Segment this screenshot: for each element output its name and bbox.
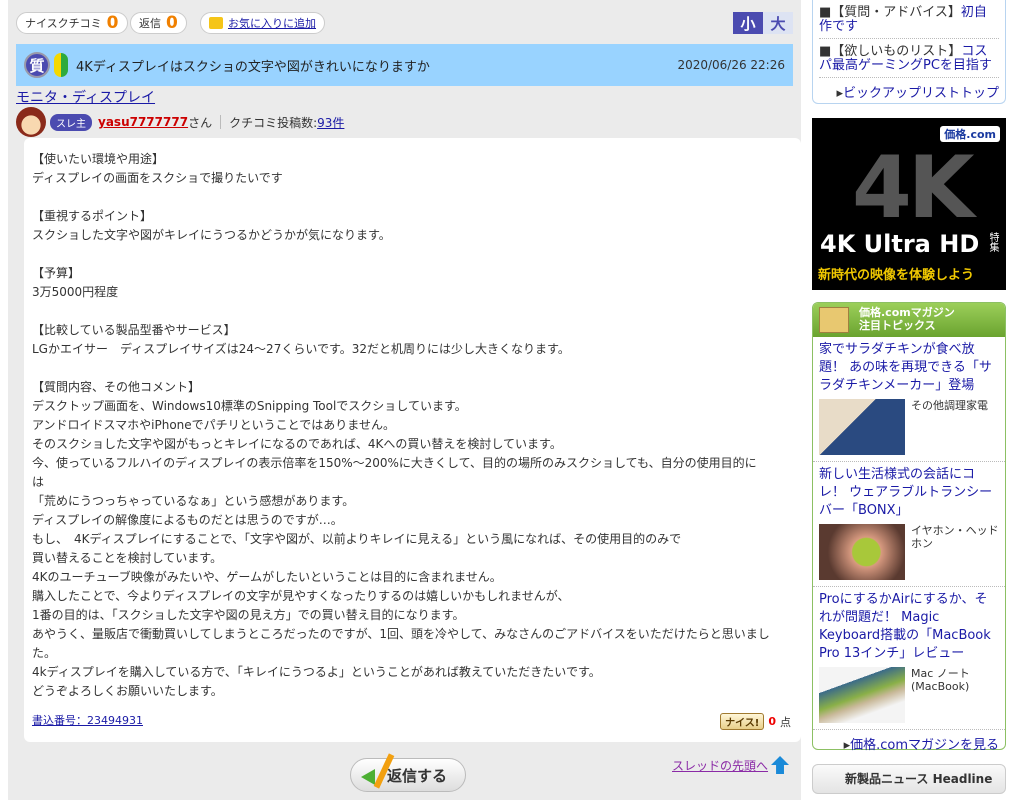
to-top: スレッドの先頭へ — [672, 756, 790, 774]
font-small-button[interactable]: 小 — [733, 12, 763, 34]
new-products-news-header: 新製品ニュース Headline — [812, 764, 1006, 794]
magazine-box: 価格.comマガジン 注目トピックス 家でサラダチキンが食べ放題！ あの味を再現で… — [812, 302, 1006, 753]
post-line — [32, 302, 793, 321]
post-line: 購入したことで、今よりディスプレイの文字が見やすくなったりするのは嬉しいかもしれ… — [32, 589, 570, 603]
nice-button[interactable]: ナイス! — [720, 713, 765, 730]
pickup-tag: 【欲しいものリスト】 — [831, 44, 962, 59]
post-line — [32, 359, 793, 378]
article-link[interactable]: 新しい生活様式の会話にコレ！ ウェアラブルトランシーバー「BONX」 — [819, 466, 999, 520]
article-link[interactable]: ProにするかAirにするか、それが問題だ！ Magic Keyboard搭載の… — [819, 591, 999, 663]
post-line: 4Kのユーチューブ映像がみたいや、ゲームがしたいということは目的に含まれません。 — [32, 570, 502, 584]
post-line: どうぞよろしくお願いいたします。 — [32, 684, 223, 698]
magazine-subtitle: 注目トピックス — [859, 319, 936, 332]
divider — [220, 115, 222, 129]
post-line — [32, 188, 793, 207]
post-line: そのスクショした文字や図がもっとキレイになるのであれば、4Kへの買い替えを検討し… — [32, 437, 562, 451]
user-info: スレ主 yasu7777777 さん クチコミ投稿数: 93件 — [16, 107, 344, 137]
avatar — [16, 107, 46, 137]
post-line: 3万5000円程度 — [32, 285, 119, 299]
posts-label: クチコミ投稿数: — [229, 115, 318, 130]
pickup-more-link[interactable]: ビックアップリストトップ — [843, 86, 999, 101]
thread-owner-badge: スレ主 — [50, 113, 92, 131]
thread-title: 4Kディスプレイはスクショの文字や図がきれいになりますか — [76, 59, 430, 75]
magazine-article: 新しい生活様式の会話にコレ！ ウェアラブルトランシーバー「BONX」イヤホン・ヘ… — [813, 462, 1005, 587]
post-number-link[interactable]: 書込番号：23494931 — [32, 712, 143, 728]
post-line: もし、 4Kディスプレイにすることで、「文字や図が、以前よりキレイに見える」とい… — [32, 532, 682, 546]
banner-4k: 4K — [852, 138, 975, 238]
posts-count-link[interactable]: 93件 — [317, 114, 344, 131]
nice-count: 0 — [106, 13, 119, 33]
points-unit: 点 — [780, 715, 791, 729]
sidebar: ■【質問・アドバイス】初自作です ■【欲しいものリスト】コスパ最高ゲーミングPC… — [812, 0, 1006, 794]
reply-button[interactable]: 返信する — [350, 753, 466, 792]
font-size-toggle: 小 大 — [733, 12, 793, 34]
to-top-link[interactable]: スレッドの先頭へ — [672, 757, 768, 774]
pickup-tag: 【質問・アドバイス】 — [831, 5, 961, 20]
article-category: イヤホン・ヘッドホン — [911, 524, 999, 550]
post-line: 4kディスプレイを購入している方で、「キレイにうつるよ」ということがあれば教えて… — [32, 665, 601, 679]
banner-sub: 新時代の映像を体験しよう — [818, 268, 975, 283]
list-item: ■【質問・アドバイス】初自作です — [819, 4, 999, 39]
beginner-mark-icon — [54, 53, 68, 77]
book-magnifier-icon — [819, 307, 849, 333]
post-line: LGかエイサー ディスプレイサイズは24〜27くらいです。32だと机周りには少し… — [32, 342, 570, 356]
post-date: 2020/06/26 22:26 — [677, 58, 785, 72]
list-item: ■【欲しいものリスト】コスパ最高ゲーミングPCを目指す — [819, 43, 999, 78]
font-large-button[interactable]: 大 — [763, 12, 793, 34]
post-line: た。 — [32, 646, 57, 660]
username-link[interactable]: yasu7777777 — [98, 115, 188, 129]
article-thumbnail[interactable] — [819, 524, 905, 580]
post-line: ディスプレイの解像度によるものだとは思うのですが…。 — [32, 513, 343, 527]
magazine-header: 価格.comマガジン 注目トピックス — [813, 303, 1005, 337]
add-favorite-button[interactable]: お気に入りに追加 — [200, 12, 325, 34]
username-suffix: さん — [188, 115, 213, 130]
arrow-left-icon — [361, 769, 375, 785]
reply-label: 返信する — [386, 766, 447, 785]
article-category: Mac ノート(MacBook) — [911, 667, 970, 693]
article-thumbnail[interactable] — [819, 667, 905, 723]
post-line: 1番の目的は、「スクショした文字や図の見え方」での買い替え目的になります。 — [32, 608, 465, 622]
nice-label: ナイスクチコミ — [25, 17, 102, 30]
article-thumbnail[interactable] — [819, 399, 905, 455]
post-line: 【質問内容、その他コメント】 — [32, 380, 201, 394]
post-line: 買い替えることを検討しています。 — [32, 551, 223, 565]
folder-icon — [209, 17, 223, 29]
reply-count-badge: 返信 0 — [130, 12, 187, 34]
post-line: デスクトップ画面を、Windows10標準のSnipping Toolでスクショ… — [32, 399, 467, 413]
magazine-more-link[interactable]: 価格.comマガジンを見る — [850, 738, 999, 753]
add-favorite-link[interactable]: お気に入りに追加 — [228, 15, 316, 31]
post-line: ディスプレイの画面をスクショで撮りたいです — [32, 171, 283, 185]
banner-headline: 4K Ultra HD — [820, 230, 980, 258]
pickup-list: ■【質問・アドバイス】初自作です ■【欲しいものリスト】コスパ最高ゲーミングPC… — [812, 0, 1006, 104]
post-line: 【使いたい環境や用途】 — [32, 152, 165, 166]
post-body: 【使いたい環境や用途】ディスプレイの画面をスクショで撮りたいです 【重視するポイン… — [24, 138, 801, 742]
category-link[interactable]: モニタ・ディスプレイ — [16, 87, 155, 107]
article-category: その他調理家電 — [911, 399, 988, 412]
magazine-article: ProにするかAirにするか、それが問題だ！ Magic Keyboard搭載の… — [813, 587, 1005, 730]
post-line: は — [32, 475, 45, 489]
nice-count-badge: ナイスクチコミ 0 — [16, 12, 128, 34]
post-line: 【重視するポイント】 — [32, 209, 153, 223]
reply-label: 返信 — [139, 17, 161, 30]
article-link[interactable]: 家でサラダチキンが食べ放題！ あの味を再現できる「サラダチキンメーカー」登場 — [819, 341, 999, 395]
thread-panel: ナイスクチコミ 0 返信 0 お気に入りに追加 小 大 質 4Kディスプレイはスクシ… — [8, 0, 801, 800]
post-line: 今、使っているフルハイのディスプレイの表示倍率を150%〜200%に大きくして、… — [32, 456, 757, 470]
banner-tag: 特集 — [987, 232, 998, 252]
magazine-article: 家でサラダチキンが食べ放題！ あの味を再現できる「サラダチキンメーカー」登場その… — [813, 337, 1005, 462]
post-line — [32, 245, 793, 264]
up-arrow-icon[interactable] — [771, 756, 790, 774]
4k-banner-ad[interactable]: 価格.com 4K 4K Ultra HD 特集 新時代の映像を体験しよう — [812, 118, 1006, 290]
nice-area: ナイス! 0 点 — [720, 713, 791, 730]
post-line: 【予算】 — [32, 266, 81, 280]
nice-points: 0 — [768, 715, 776, 728]
post-line: アンドロイドスマホやiPhoneでパチリということではありません。 — [32, 418, 395, 432]
post-line: 【比較している製品型番やサービス】 — [32, 323, 236, 337]
thread-title-bar: 質 4Kディスプレイはスクショの文字や図がきれいになりますか 2020/06/2… — [16, 44, 793, 86]
post-line: あやうく、量販店で衝動買いしてしまうところだったのですが、1回、頭を冷やして、み… — [32, 627, 770, 641]
reply-count: 0 — [166, 13, 178, 33]
magazine-title: 価格.comマガジン — [859, 306, 955, 319]
post-line: 「荒めにうつっちゃっているなぁ」という感想があります。 — [32, 494, 355, 508]
post-line: スクショした文字や図がキレイにうつるかどうかが気になります。 — [32, 228, 391, 242]
question-icon: 質 — [24, 52, 50, 78]
